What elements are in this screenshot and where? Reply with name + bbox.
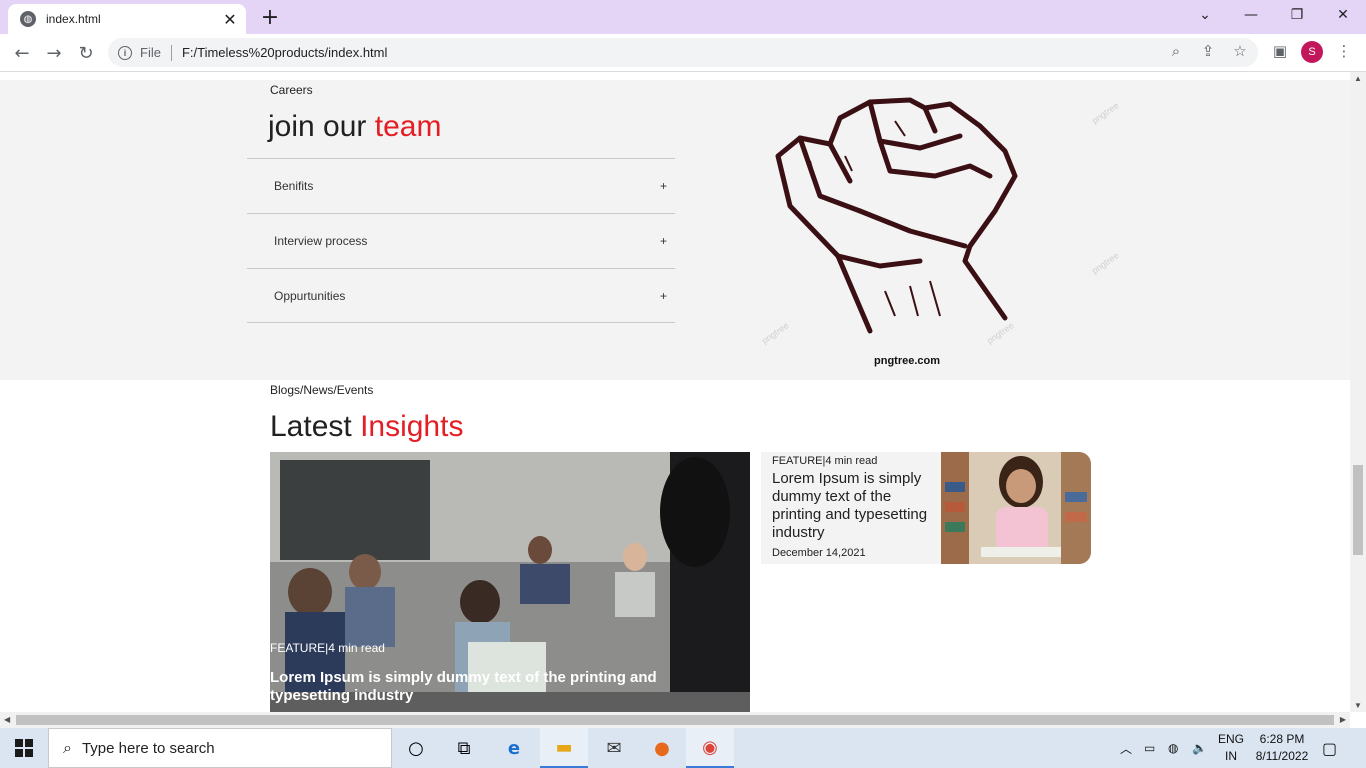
expand-plus-icon[interactable]: + [660, 234, 667, 248]
windows-start-button[interactable] [0, 728, 48, 768]
firefox-icon[interactable]: ● [638, 728, 686, 768]
clock-time: 6:28 PM [1259, 732, 1305, 746]
accordion-item-interview-process[interactable]: Interview process + [247, 213, 675, 268]
insights-title-accent: Insights [360, 410, 464, 443]
task-view-icon[interactable]: ⧉ [440, 728, 488, 768]
language-indicator[interactable]: ENG IN [1216, 731, 1246, 765]
taskbar-search-placeholder: Type here to search [81, 739, 215, 757]
close-window-button[interactable]: ✕ [1320, 0, 1366, 30]
notifications-icon[interactable]: ▢ [1322, 728, 1337, 768]
accordion-label: Benifits [274, 179, 314, 193]
zoom-icon[interactable]: ⌕ [1167, 42, 1185, 60]
article-date: December 14,2021 [772, 547, 866, 559]
insights-title: Latest Insights [270, 410, 463, 444]
battery-icon[interactable]: ▭ [1144, 728, 1155, 768]
search-icon: ⌕ [63, 738, 72, 757]
windows-logo-icon [15, 739, 33, 757]
cortana-icon[interactable]: ○ [392, 728, 440, 768]
girl-reading-photo [941, 452, 1091, 564]
bookmark-star-icon[interactable]: ☆ [1231, 42, 1249, 60]
tab-title: index.html [46, 12, 101, 26]
browser-titlebar: ◍ index.html ✕ + ⌄ — ❐ ✕ [0, 0, 1366, 34]
profile-avatar[interactable]: S [1301, 41, 1323, 63]
taskbar-search-box[interactable]: ⌕ Type here to search [48, 728, 392, 768]
accordion-label: Oppurtunities [274, 288, 346, 303]
minimize-button[interactable]: — [1228, 0, 1274, 30]
careers-title-plain: join our [268, 110, 375, 143]
clock-date: 8/11/2022 [1255, 749, 1309, 763]
expand-plus-icon[interactable]: + [660, 289, 667, 303]
network-icon[interactable]: ◍ [1168, 728, 1178, 768]
show-hidden-icons-icon[interactable]: ︿ [1120, 728, 1132, 768]
horizontal-scroll-thumb[interactable] [16, 715, 1334, 725]
url-text[interactable]: F:/Timeless%20products/index.html [182, 45, 387, 60]
globe-icon: ◍ [20, 11, 36, 27]
share-icon[interactable]: ⇪ [1199, 42, 1217, 60]
windows-taskbar: ⌕ Type here to search ○ ⧉ e ▬ ✉ ● ◉ ︿ ▭ … [0, 728, 1366, 768]
info-icon[interactable]: i [118, 45, 132, 60]
scroll-down-arrow-icon[interactable]: ▼ [1354, 701, 1362, 710]
lang-top: ENG [1217, 732, 1244, 746]
scheme-label: File [140, 45, 161, 60]
mail-icon[interactable]: ✉ [590, 728, 638, 768]
insights-eyebrow: Blogs/News/Events [270, 383, 374, 397]
scroll-right-arrow-icon[interactable]: ▶ [1340, 715, 1346, 724]
file-explorer-icon[interactable]: ▬ [540, 728, 588, 768]
article-meta: FEATURE|4 min read [270, 641, 385, 655]
browser-tab[interactable]: ◍ index.html ✕ [8, 4, 246, 34]
careers-title-accent: team [374, 110, 442, 143]
careers-title: join our team [268, 110, 441, 144]
reload-icon[interactable]: ↻ [72, 39, 100, 67]
article-meta: FEATURE|4 min read [772, 455, 878, 467]
accordion-item-opportunities[interactable]: Oppurtunities + [247, 268, 675, 323]
article-title[interactable]: Lorem Ipsum is simply dummy text of the … [270, 669, 740, 705]
restore-button[interactable]: ❐ [1274, 0, 1320, 30]
lang-bottom: IN [1225, 749, 1237, 763]
vertical-scrollbar[interactable]: ▲ ▼ [1350, 72, 1366, 712]
insights-title-plain: Latest [270, 410, 361, 443]
tab-search-icon[interactable]: ⌄ [1182, 0, 1228, 30]
volume-icon[interactable]: 🔈 [1192, 728, 1207, 768]
page-viewport: Careers join our team Benifits + Intervi… [0, 72, 1350, 712]
accordion-item-benefits[interactable]: Benifits + [247, 158, 675, 213]
scroll-up-arrow-icon[interactable]: ▲ [1354, 74, 1362, 83]
careers-section [0, 80, 1350, 380]
address-bar[interactable]: i File F:/Timeless%20products/index.html [108, 38, 1258, 67]
vertical-scroll-thumb[interactable] [1353, 465, 1363, 555]
image-caption: pngtree.com [874, 355, 941, 367]
close-tab-icon[interactable]: ✕ [220, 9, 240, 29]
horizontal-scrollbar[interactable]: ◀ ▶ [0, 712, 1350, 728]
scroll-left-arrow-icon[interactable]: ◀ [4, 715, 10, 724]
expand-plus-icon[interactable]: + [660, 179, 667, 193]
side-article-image[interactable] [941, 452, 1091, 564]
omnibox-divider [170, 44, 172, 61]
careers-accordion: Benifits + Interview process + Oppurtuni… [247, 158, 675, 323]
back-icon[interactable]: ← [8, 39, 36, 67]
new-tab-button[interactable]: + [258, 5, 282, 30]
accordion-label: Interview process [274, 234, 368, 248]
side-panel-icon[interactable]: ▣ [1271, 42, 1289, 60]
browser-toolbar: ← → ↻ i File F:/Timeless%20products/inde… [0, 34, 1366, 72]
forward-icon[interactable]: → [40, 39, 68, 67]
side-article-card[interactable]: FEATURE|4 min read Lorem Ipsum is simply… [761, 452, 941, 564]
taskbar-clock[interactable]: 6:28 PM 8/11/2022 [1252, 731, 1312, 765]
featured-article-card[interactable]: FEATURE|4 min read Lorem Ipsum is simply… [270, 452, 750, 712]
article-title[interactable]: Lorem Ipsum is simply dummy text of the … [772, 470, 930, 542]
edge-icon[interactable]: e [490, 728, 538, 768]
careers-eyebrow: Careers [270, 83, 313, 97]
chrome-icon[interactable]: ◉ [686, 728, 734, 768]
menu-kebab-icon[interactable]: ⋮ [1335, 42, 1353, 60]
